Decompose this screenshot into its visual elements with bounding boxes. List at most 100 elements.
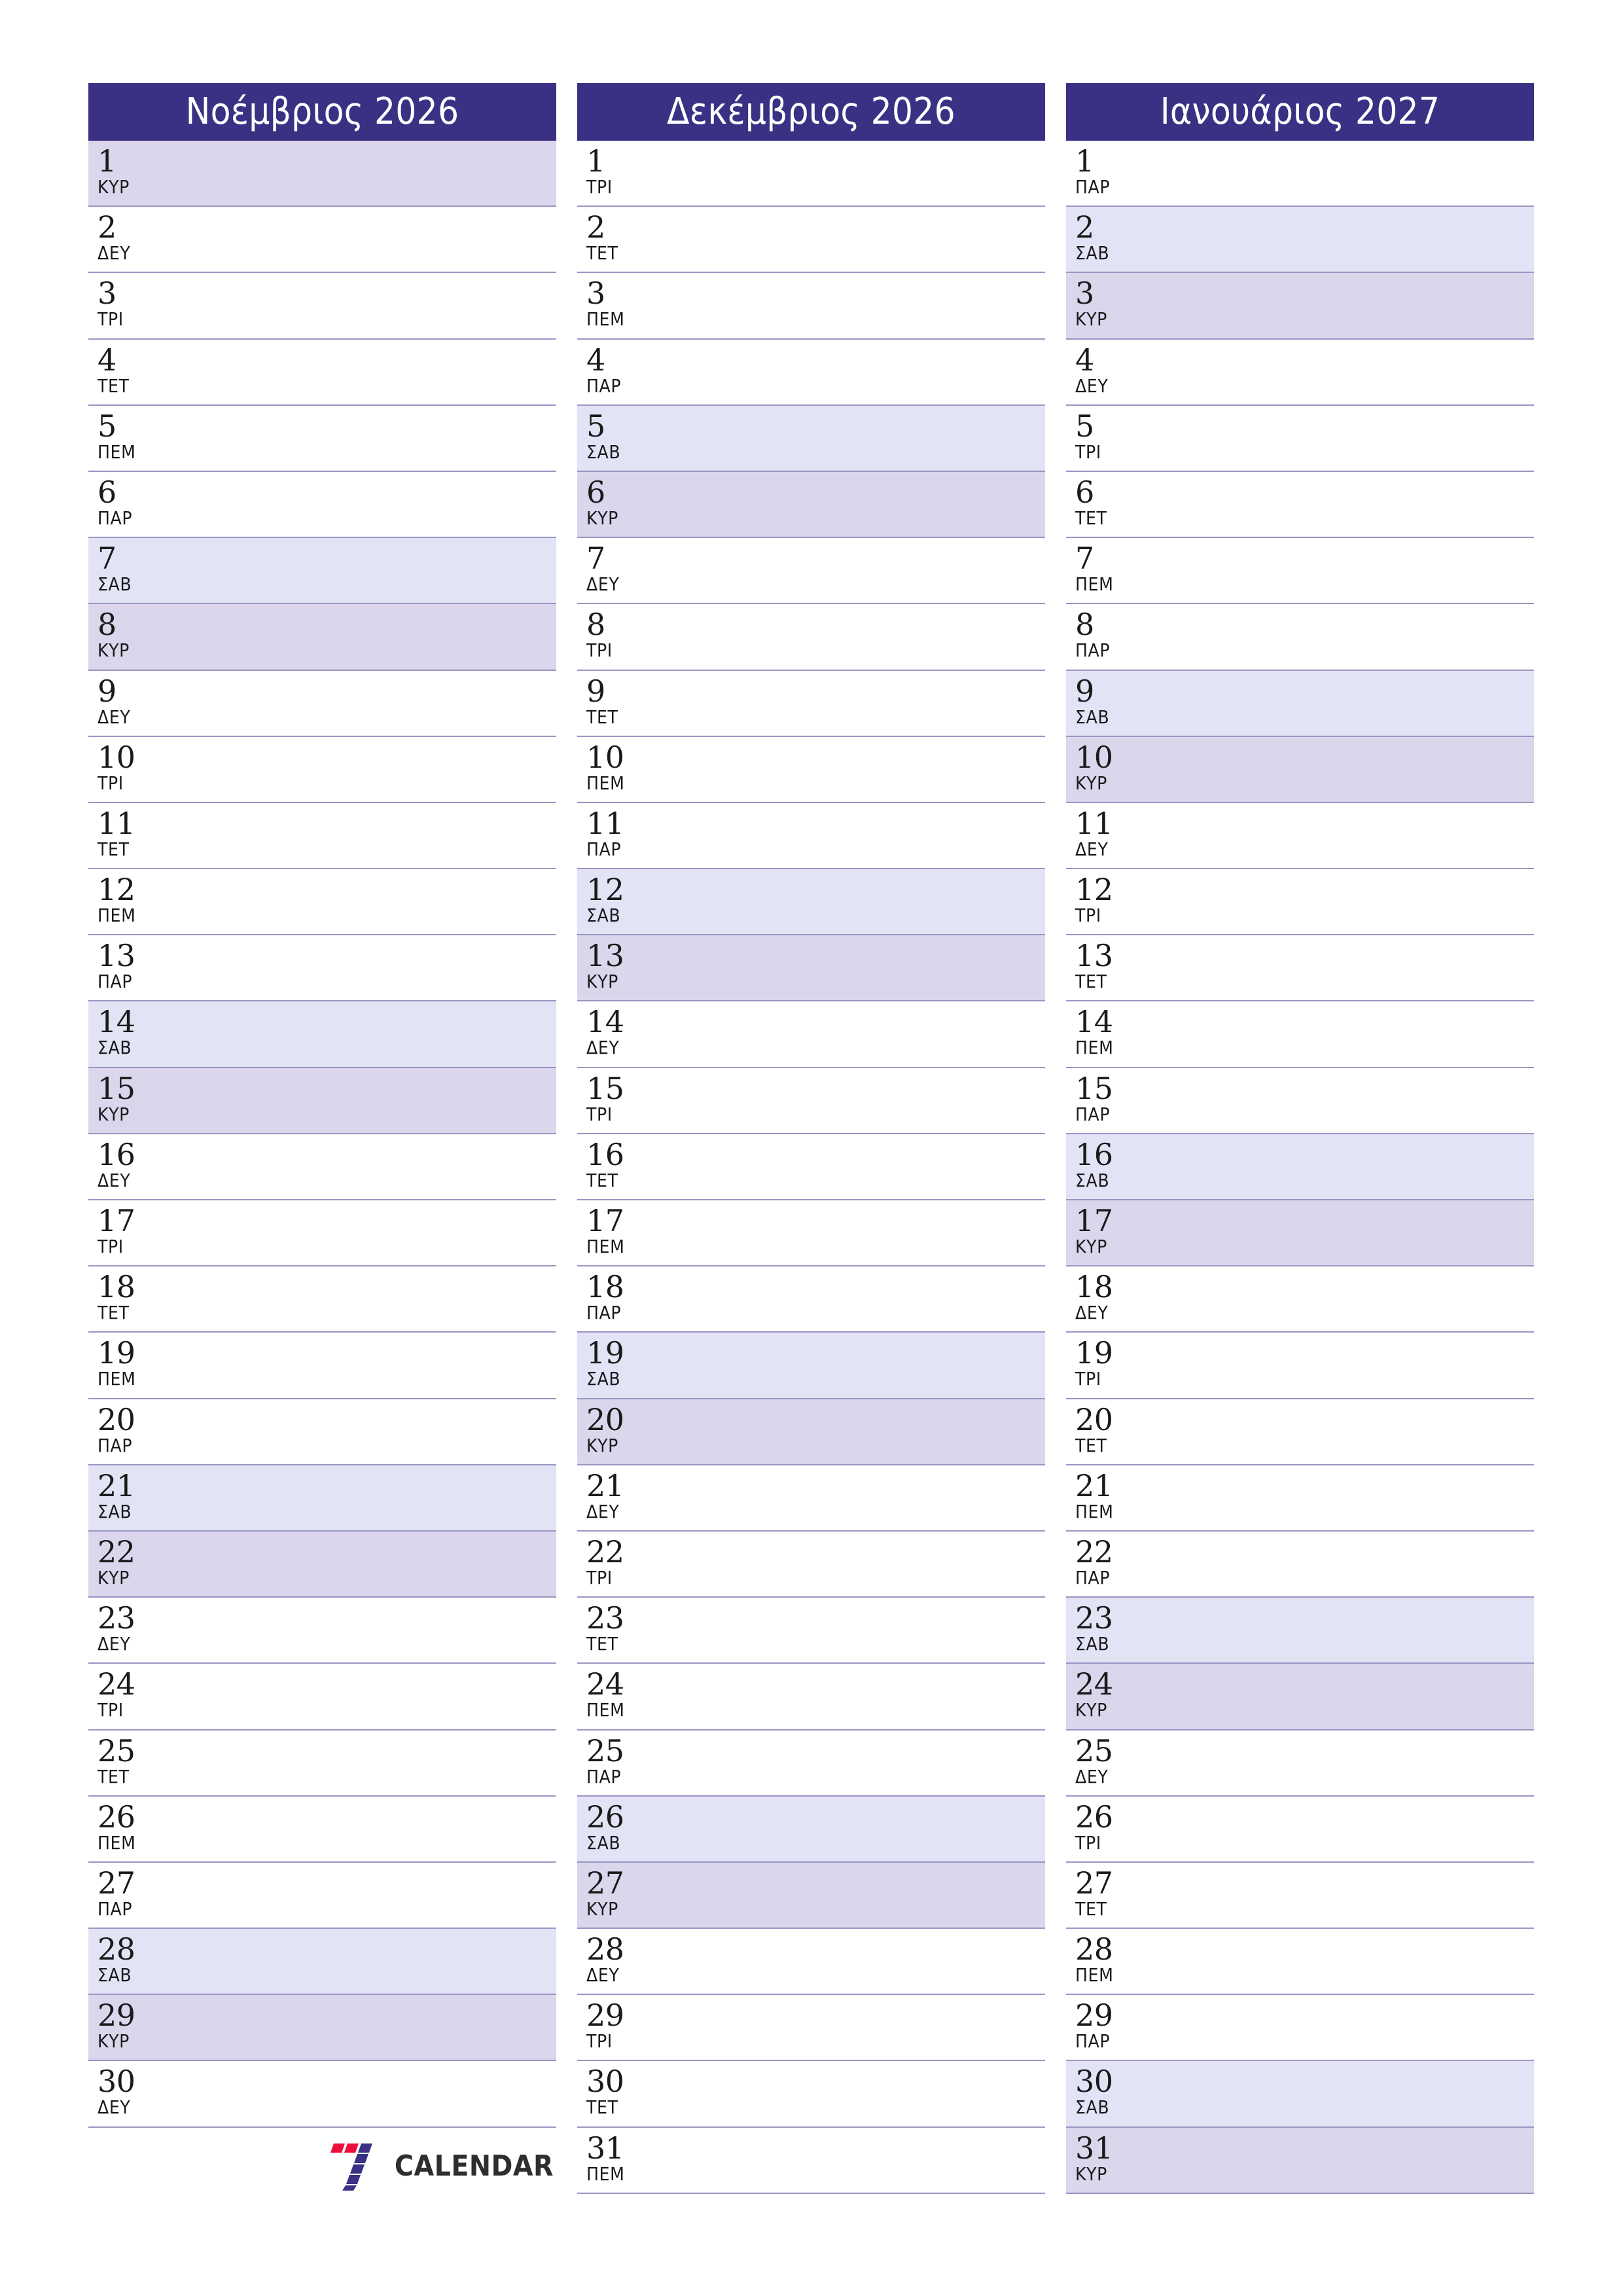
day-row[interactable]: 11 ΠΑΡ bbox=[577, 802, 1045, 870]
day-row[interactable]: 5 ΣΑΒ bbox=[577, 405, 1045, 472]
day-row[interactable]: 29 ΚΥΡ bbox=[88, 1995, 556, 2062]
day-row[interactable]: 28 ΔΕΥ bbox=[577, 1929, 1045, 1996]
day-row[interactable]: 2 ΣΑΒ bbox=[1066, 207, 1534, 274]
day-weekday-abbr: ΠΕΜ bbox=[586, 2162, 625, 2185]
day-row[interactable]: 22 ΚΥΡ bbox=[88, 1531, 556, 1598]
day-row[interactable]: 30 ΔΕΥ bbox=[88, 2061, 556, 2128]
day-row[interactable]: 26 ΤΡΙ bbox=[1066, 1796, 1534, 1863]
day-row[interactable]: 7 ΣΑΒ bbox=[88, 538, 556, 605]
day-row[interactable]: 16 ΤΕΤ bbox=[577, 1134, 1045, 1200]
day-row[interactable]: 13 ΠΑΡ bbox=[88, 935, 556, 1002]
day-row[interactable]: 23 ΔΕΥ bbox=[88, 1598, 556, 1664]
day-row[interactable]: 17 ΚΥΡ bbox=[1066, 1200, 1534, 1267]
day-row[interactable]: 19 ΤΡΙ bbox=[1066, 1333, 1534, 1399]
day-row[interactable]: 3 ΠΕΜ bbox=[577, 273, 1045, 340]
day-row[interactable]: 21 ΣΑΒ bbox=[88, 1465, 556, 1532]
day-row[interactable]: 27 ΤΕΤ bbox=[1066, 1862, 1534, 1929]
day-row[interactable]: 8 ΚΥΡ bbox=[88, 604, 556, 671]
day-row[interactable]: 6 ΠΑΡ bbox=[88, 471, 556, 539]
day-number: 19 bbox=[1075, 1335, 1113, 1371]
day-row[interactable]: 17 ΤΡΙ bbox=[88, 1200, 556, 1267]
day-row[interactable]: 20 ΚΥΡ bbox=[577, 1399, 1045, 1465]
day-row[interactable]: 23 ΤΕΤ bbox=[577, 1598, 1045, 1664]
day-number: 25 bbox=[98, 1732, 135, 1768]
day-row[interactable]: 17 ΠΕΜ bbox=[577, 1200, 1045, 1267]
day-row[interactable]: 14 ΔΕΥ bbox=[577, 1001, 1045, 1068]
day-weekday-abbr: ΤΡΙ bbox=[98, 772, 124, 794]
day-row[interactable]: 30 ΣΑΒ bbox=[1066, 2061, 1534, 2128]
day-row[interactable]: 19 ΠΕΜ bbox=[88, 1333, 556, 1399]
day-row[interactable]: 18 ΤΕΤ bbox=[88, 1266, 556, 1333]
day-row[interactable]: 10 ΠΕΜ bbox=[577, 736, 1045, 803]
day-row[interactable]: 28 ΠΕΜ bbox=[1066, 1929, 1534, 1996]
day-row[interactable]: 18 ΠΑΡ bbox=[577, 1266, 1045, 1333]
day-row[interactable]: 15 ΠΑΡ bbox=[1066, 1067, 1534, 1134]
day-row[interactable]: 7 ΠΕΜ bbox=[1066, 538, 1534, 605]
day-row[interactable]: 20 ΤΕΤ bbox=[1066, 1399, 1534, 1465]
day-row[interactable]: 9 ΣΑΒ bbox=[1066, 670, 1534, 737]
day-row[interactable]: 25 ΔΕΥ bbox=[1066, 1730, 1534, 1797]
day-row[interactable]: 26 ΠΕΜ bbox=[88, 1796, 556, 1863]
day-row[interactable]: 23 ΣΑΒ bbox=[1066, 1598, 1534, 1664]
day-row[interactable]: 11 ΔΕΥ bbox=[1066, 802, 1534, 870]
day-row[interactable]: 14 ΣΑΒ bbox=[88, 1001, 556, 1068]
day-row[interactable]: 8 ΠΑΡ bbox=[1066, 604, 1534, 671]
day-row[interactable]: 21 ΔΕΥ bbox=[577, 1465, 1045, 1532]
day-row[interactable]: 6 ΤΕΤ bbox=[1066, 471, 1534, 539]
day-row[interactable]: 24 ΤΡΙ bbox=[88, 1664, 556, 1731]
day-row[interactable]: 13 ΤΕΤ bbox=[1066, 935, 1534, 1002]
day-row[interactable]: 30 ΤΕΤ bbox=[577, 2061, 1045, 2128]
day-row[interactable]: 9 ΔΕΥ bbox=[88, 670, 556, 737]
day-row[interactable]: 25 ΤΕΤ bbox=[88, 1730, 556, 1797]
day-row[interactable]: 2 ΤΕΤ bbox=[577, 207, 1045, 274]
day-row[interactable]: 3 ΚΥΡ bbox=[1066, 273, 1534, 340]
day-row[interactable]: 31 ΚΥΡ bbox=[1066, 2127, 1534, 2194]
day-row[interactable]: 15 ΚΥΡ bbox=[88, 1067, 556, 1134]
day-row[interactable]: 12 ΠΕΜ bbox=[88, 869, 556, 936]
day-row[interactable]: 1 ΚΥΡ bbox=[88, 141, 556, 207]
day-row[interactable]: 26 ΣΑΒ bbox=[577, 1796, 1045, 1863]
day-row[interactable]: 6 ΚΥΡ bbox=[577, 471, 1045, 539]
day-row[interactable]: 16 ΣΑΒ bbox=[1066, 1134, 1534, 1200]
day-row[interactable]: 14 ΠΕΜ bbox=[1066, 1001, 1534, 1068]
day-row[interactable]: 29 ΠΑΡ bbox=[1066, 1995, 1534, 2062]
day-row[interactable]: 2 ΔΕΥ bbox=[88, 207, 556, 274]
day-row[interactable]: 1 ΤΡΙ bbox=[577, 141, 1045, 207]
day-row[interactable]: 4 ΠΑΡ bbox=[577, 339, 1045, 406]
day-row[interactable]: 1 ΠΑΡ bbox=[1066, 141, 1534, 207]
day-row[interactable]: 7 ΔΕΥ bbox=[577, 538, 1045, 605]
day-row[interactable]: 19 ΣΑΒ bbox=[577, 1333, 1045, 1399]
day-row[interactable]: 10 ΤΡΙ bbox=[88, 736, 556, 803]
day-row[interactable]: 4 ΔΕΥ bbox=[1066, 339, 1534, 406]
day-row[interactable]: 24 ΚΥΡ bbox=[1066, 1664, 1534, 1731]
day-row[interactable]: 5 ΠΕΜ bbox=[88, 405, 556, 472]
day-row[interactable]: 16 ΔΕΥ bbox=[88, 1134, 556, 1200]
day-row[interactable]: 29 ΤΡΙ bbox=[577, 1995, 1045, 2062]
day-row[interactable]: 25 ΠΑΡ bbox=[577, 1730, 1045, 1797]
day-row[interactable]: 22 ΤΡΙ bbox=[577, 1531, 1045, 1598]
day-row[interactable]: 12 ΤΡΙ bbox=[1066, 869, 1534, 936]
day-row[interactable]: 5 ΤΡΙ bbox=[1066, 405, 1534, 472]
day-weekday-abbr: ΔΕΥ bbox=[1075, 1765, 1109, 1787]
day-row[interactable]: 9 ΤΕΤ bbox=[577, 670, 1045, 737]
day-row[interactable]: 18 ΔΕΥ bbox=[1066, 1266, 1534, 1333]
day-weekday-abbr: ΚΥΡ bbox=[98, 2030, 130, 2053]
day-row[interactable]: 21 ΠΕΜ bbox=[1066, 1465, 1534, 1532]
day-row[interactable]: 8 ΤΡΙ bbox=[577, 604, 1045, 671]
day-row[interactable]: 31 ΠΕΜ bbox=[577, 2127, 1045, 2194]
day-row[interactable]: 27 ΠΑΡ bbox=[88, 1862, 556, 1929]
day-row[interactable]: 12 ΣΑΒ bbox=[577, 869, 1045, 936]
day-row[interactable]: 13 ΚΥΡ bbox=[577, 935, 1045, 1002]
day-row[interactable]: 10 ΚΥΡ bbox=[1066, 736, 1534, 803]
day-number: 10 bbox=[586, 739, 624, 775]
day-row[interactable]: 27 ΚΥΡ bbox=[577, 1862, 1045, 1929]
day-row[interactable]: 28 ΣΑΒ bbox=[88, 1929, 556, 1996]
day-row[interactable]: 11 ΤΕΤ bbox=[88, 802, 556, 870]
day-row[interactable]: 4 ΤΕΤ bbox=[88, 339, 556, 406]
day-row[interactable]: 15 ΤΡΙ bbox=[577, 1067, 1045, 1134]
day-row[interactable]: 3 ΤΡΙ bbox=[88, 273, 556, 340]
day-row[interactable]: 20 ΠΑΡ bbox=[88, 1399, 556, 1465]
day-row[interactable]: 24 ΠΕΜ bbox=[577, 1664, 1045, 1731]
day-row[interactable]: 22 ΠΑΡ bbox=[1066, 1531, 1534, 1598]
day-weekday-abbr: ΠΕΜ bbox=[1075, 573, 1114, 596]
